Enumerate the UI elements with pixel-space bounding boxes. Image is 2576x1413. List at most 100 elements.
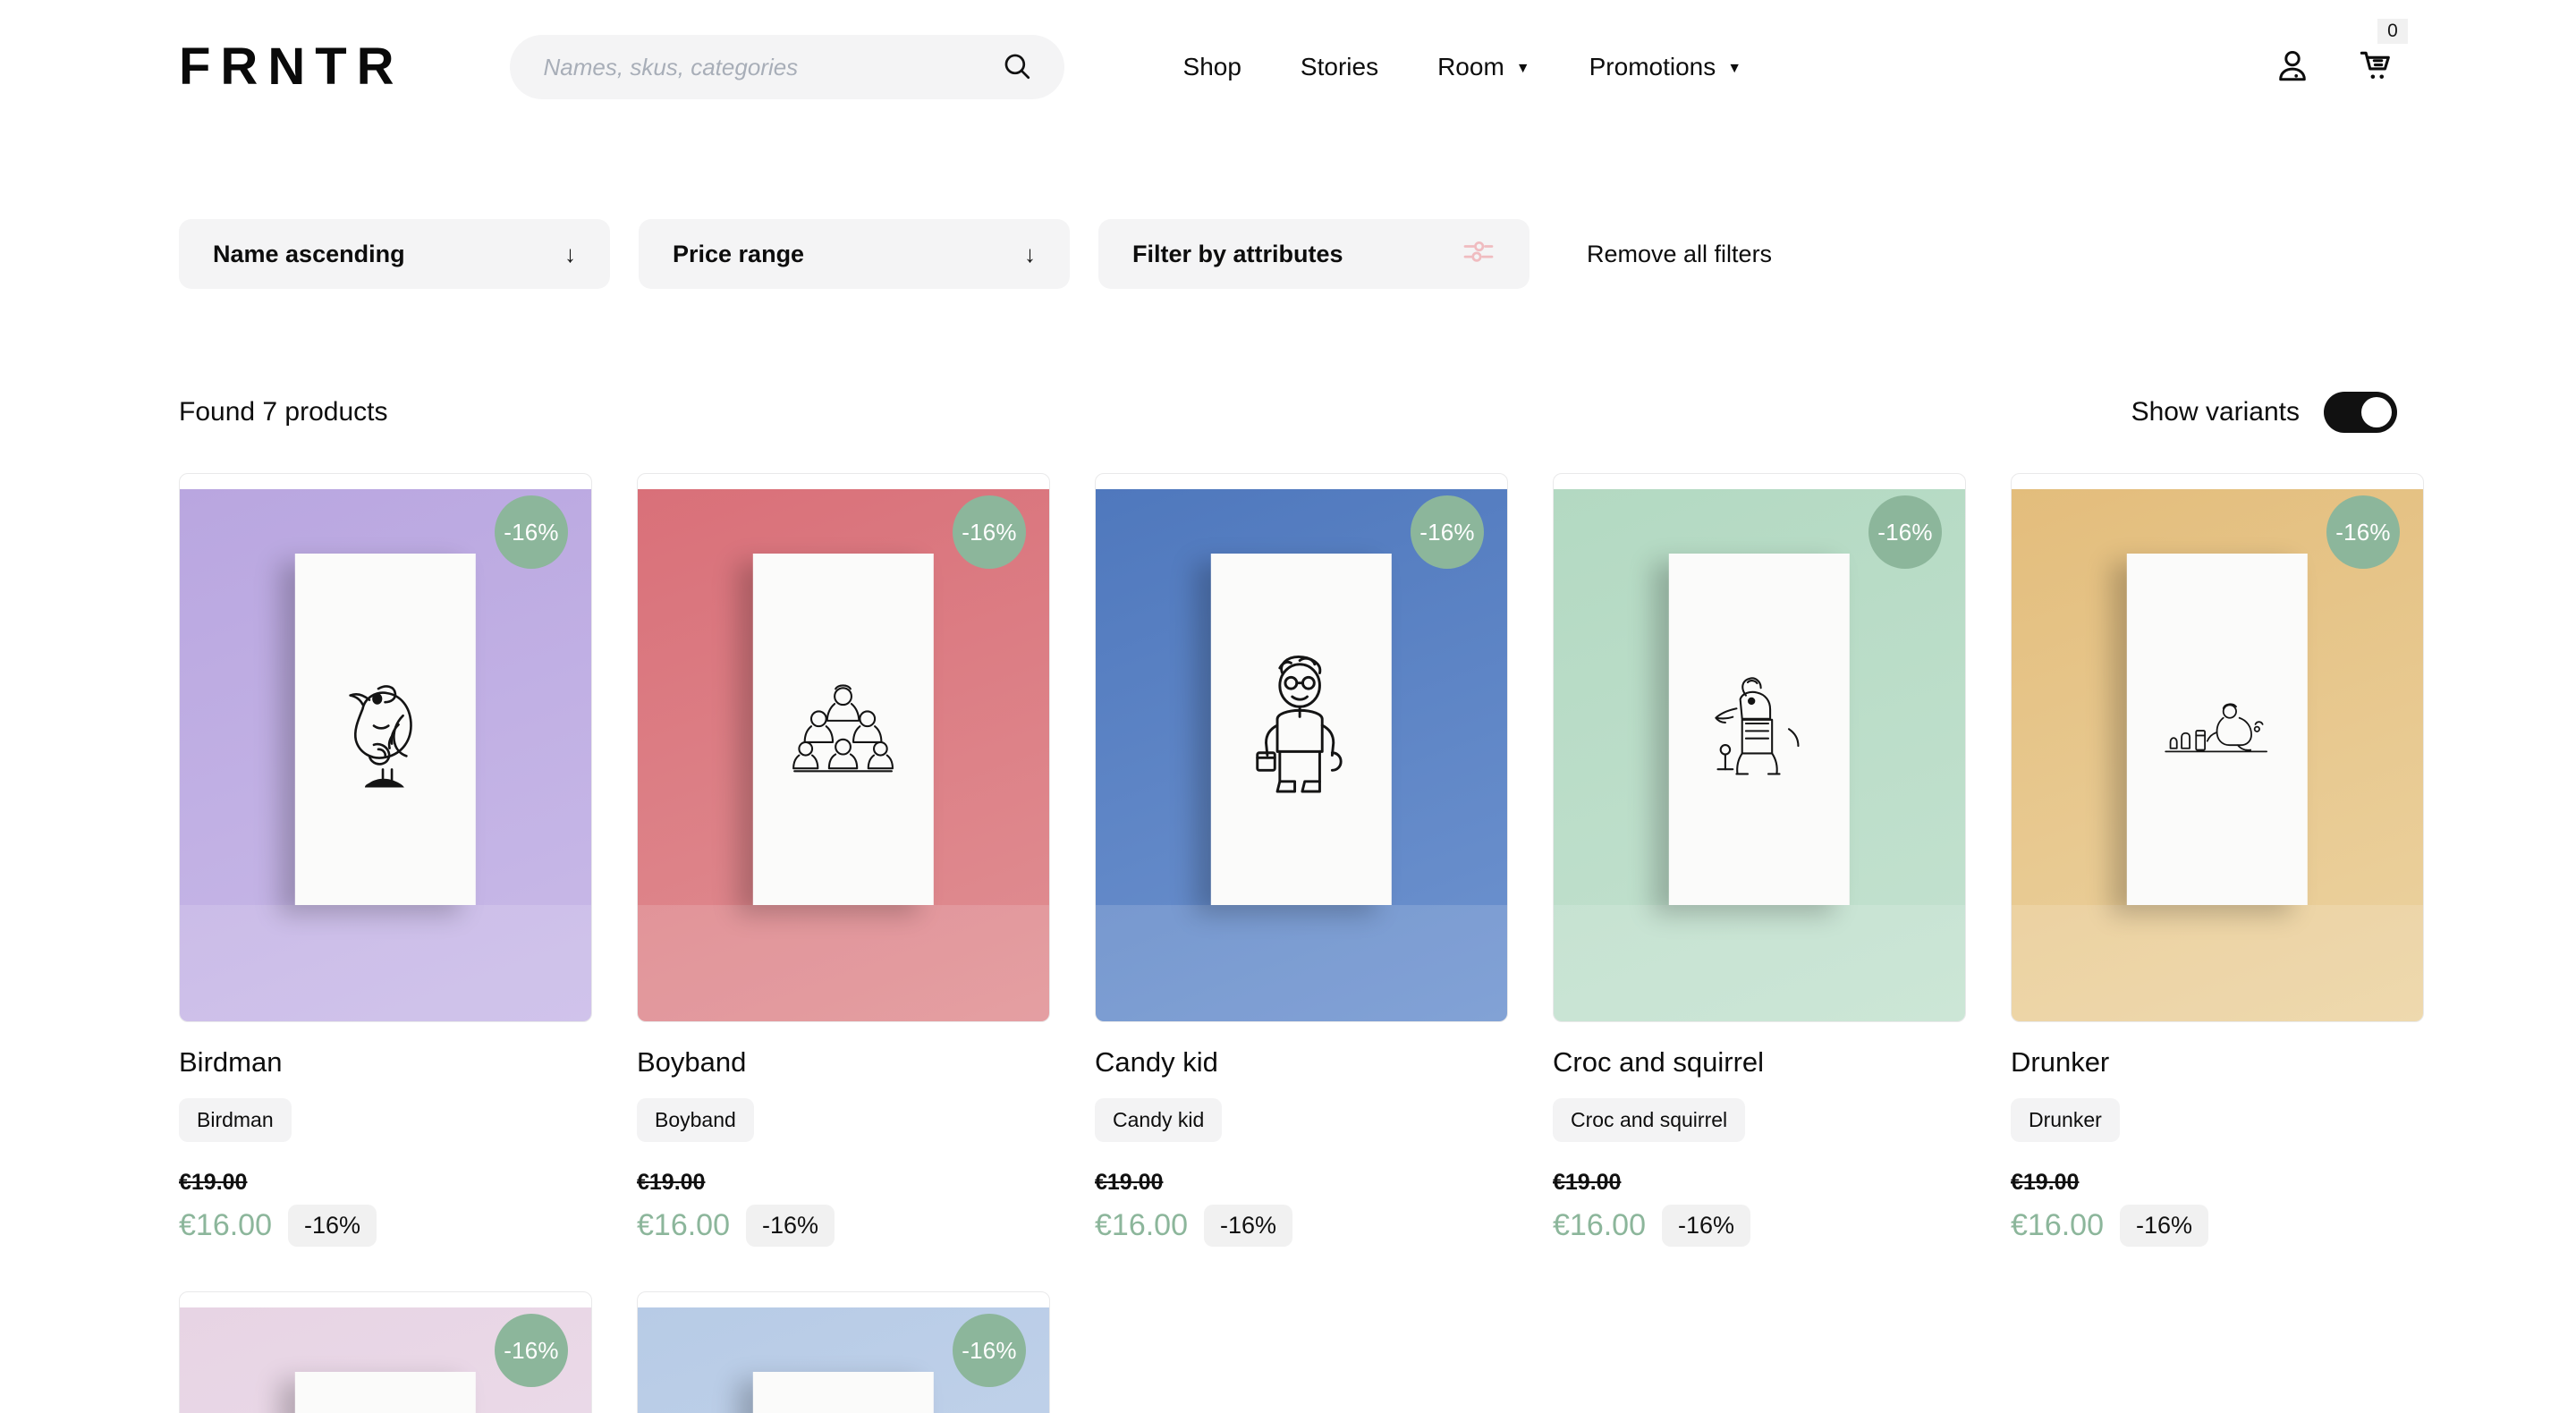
sale-price: €16.00 [1553,1208,1646,1243]
product-image[interactable]: -16% [179,473,592,1022]
nav-label: Stories [1300,53,1379,80]
poster-artwork [1210,553,1393,905]
cart-button[interactable]: 0 [2358,18,2408,89]
nav-label: Shop [1182,53,1241,80]
nav-item-promotions[interactable]: Promotions ▼ [1560,44,1771,90]
poster-artwork [294,1371,477,1413]
results-header: Found 7 products Show variants [0,392,2576,433]
original-price: €19.00 [2011,1170,2080,1196]
filter-by-attributes-label: Filter by attributes [1132,240,1343,267]
toggle-knob [2361,397,2392,427]
search-bar[interactable] [509,35,1064,99]
product-title[interactable]: Boyband [637,1046,1050,1078]
price-row: €16.00 -16% [1095,1205,1508,1248]
product-title[interactable]: Croc and squirrel [1553,1046,1966,1078]
show-variants-label: Show variants [2131,397,2300,427]
product-card[interactable]: -16% Boyband Boyband €19.00 €16.00 -16% [637,473,1050,1248]
product-title[interactable]: Birdman [179,1046,592,1078]
product-image[interactable]: -16% [179,1291,592,1413]
product-image[interactable]: -16% [637,473,1050,1022]
price-row: €16.00 -16% [637,1205,1050,1248]
product-scene [638,489,1049,1021]
product-scene [1096,489,1507,1021]
filter-by-attributes-button[interactable]: Filter by attributes [1098,219,1530,289]
arrow-down-icon: ↓ [564,241,576,267]
variant-chip[interactable]: Boyband [637,1098,754,1143]
filter-toolbar: Name ascending ↓ Price range ↓ Filter by… [0,219,2576,289]
sort-dropdown[interactable]: Name ascending ↓ [179,219,610,289]
product-title[interactable]: Drunker [2011,1046,2424,1078]
price-range-dropdown[interactable]: Price range ↓ [639,219,1070,289]
price-row: €16.00 -16% [179,1205,592,1248]
discount-percent-badge: -16% [288,1205,377,1248]
discount-badge: -16% [495,1314,568,1388]
product-card[interactable]: -16% Candy kid Candy kid €19.00 €16.00 -16% [1095,473,1508,1248]
nav-item-room[interactable]: Room ▼ [1408,44,1560,90]
site-header: FRNTR Shop Stories Room ▼ Promotions ▼ [0,0,2576,134]
show-variants-control: Show variants [2131,392,2397,433]
product-scene [2012,489,2423,1021]
discount-badge: -16% [495,495,568,569]
original-price: €19.00 [1095,1170,1164,1196]
original-price: €19.00 [637,1170,706,1196]
nav-label: Room [1437,53,1504,80]
header-actions: 0 [2274,18,2408,89]
show-variants-toggle[interactable] [2324,392,2397,433]
variant-chip[interactable]: Birdman [179,1098,292,1143]
remove-all-filters-button[interactable]: Remove all filters [1574,232,1784,277]
product-title[interactable]: Candy kid [1095,1046,1508,1078]
sale-price: €16.00 [2011,1208,2104,1243]
chevron-down-icon: ▼ [1515,61,1530,76]
product-image[interactable]: -16% [637,1291,1050,1413]
discount-percent-badge: -16% [1662,1205,1751,1248]
price-range-label: Price range [673,240,805,267]
user-icon [2274,47,2311,88]
variant-chip[interactable]: Croc and squirrel [1553,1098,1746,1143]
main-navigation: Shop Stories Room ▼ Promotions ▼ [1154,44,1772,90]
product-scene [1554,489,1965,1021]
discount-percent-badge: -16% [746,1205,835,1248]
search-submit-button[interactable] [1002,51,1032,84]
sale-price: €16.00 [179,1208,272,1243]
chevron-down-icon: ▼ [1727,61,1742,76]
product-image[interactable]: -16% [1095,473,1508,1022]
variant-chip[interactable]: Candy kid [1095,1098,1223,1143]
discount-badge: -16% [1411,495,1484,569]
nav-item-stories[interactable]: Stories [1271,44,1408,90]
variant-chip[interactable]: Drunker [2011,1098,2120,1143]
discount-badge: -16% [953,495,1026,569]
discount-percent-badge: -16% [2120,1205,2209,1248]
arrow-down-icon: ↓ [1024,241,1036,267]
product-image[interactable]: -16% [1553,473,1966,1022]
discount-badge: -16% [953,1314,1026,1388]
cart-count-badge: 0 [2377,18,2408,44]
product-image[interactable]: -16% [2011,473,2424,1022]
original-price: €19.00 [179,1170,248,1196]
discount-badge: -16% [1868,495,1942,569]
poster-artwork [752,1371,935,1413]
product-scene [180,489,591,1021]
discount-badge: -16% [2326,495,2400,569]
product-card[interactable]: -16% [637,1291,1050,1413]
product-card[interactable]: -16% Birdman Birdman €19.00 €16.00 -16% [179,473,592,1248]
poster-artwork [752,553,935,905]
account-button[interactable] [2274,47,2311,88]
search-input[interactable] [543,53,1002,81]
product-card[interactable]: -16% [179,1291,592,1413]
search-icon [1002,51,1032,84]
sale-price: €16.00 [637,1208,730,1243]
shopping-cart-icon [2358,47,2397,89]
brand-logo[interactable]: FRNTR [179,41,404,93]
product-card[interactable]: -16% Croc and squirrel Croc and squirrel €1… [1553,473,1966,1248]
product-grid: -16% Birdman Birdman €19.00 €16.00 -16% -16% B… [0,473,2576,1413]
discount-percent-badge: -16% [1204,1205,1293,1248]
nav-item-shop[interactable]: Shop [1154,44,1271,90]
nav-label: Promotions [1589,53,1716,80]
sale-price: €16.00 [1095,1208,1188,1243]
original-price: €19.00 [1553,1170,1622,1196]
poster-artwork [1668,553,1851,905]
product-card[interactable]: -16% Drunker Drunker €19.00 €16.00 -16% [2011,473,2424,1248]
poster-artwork [294,553,477,905]
sort-dropdown-label: Name ascending [213,240,405,267]
sliders-icon [1462,238,1496,271]
